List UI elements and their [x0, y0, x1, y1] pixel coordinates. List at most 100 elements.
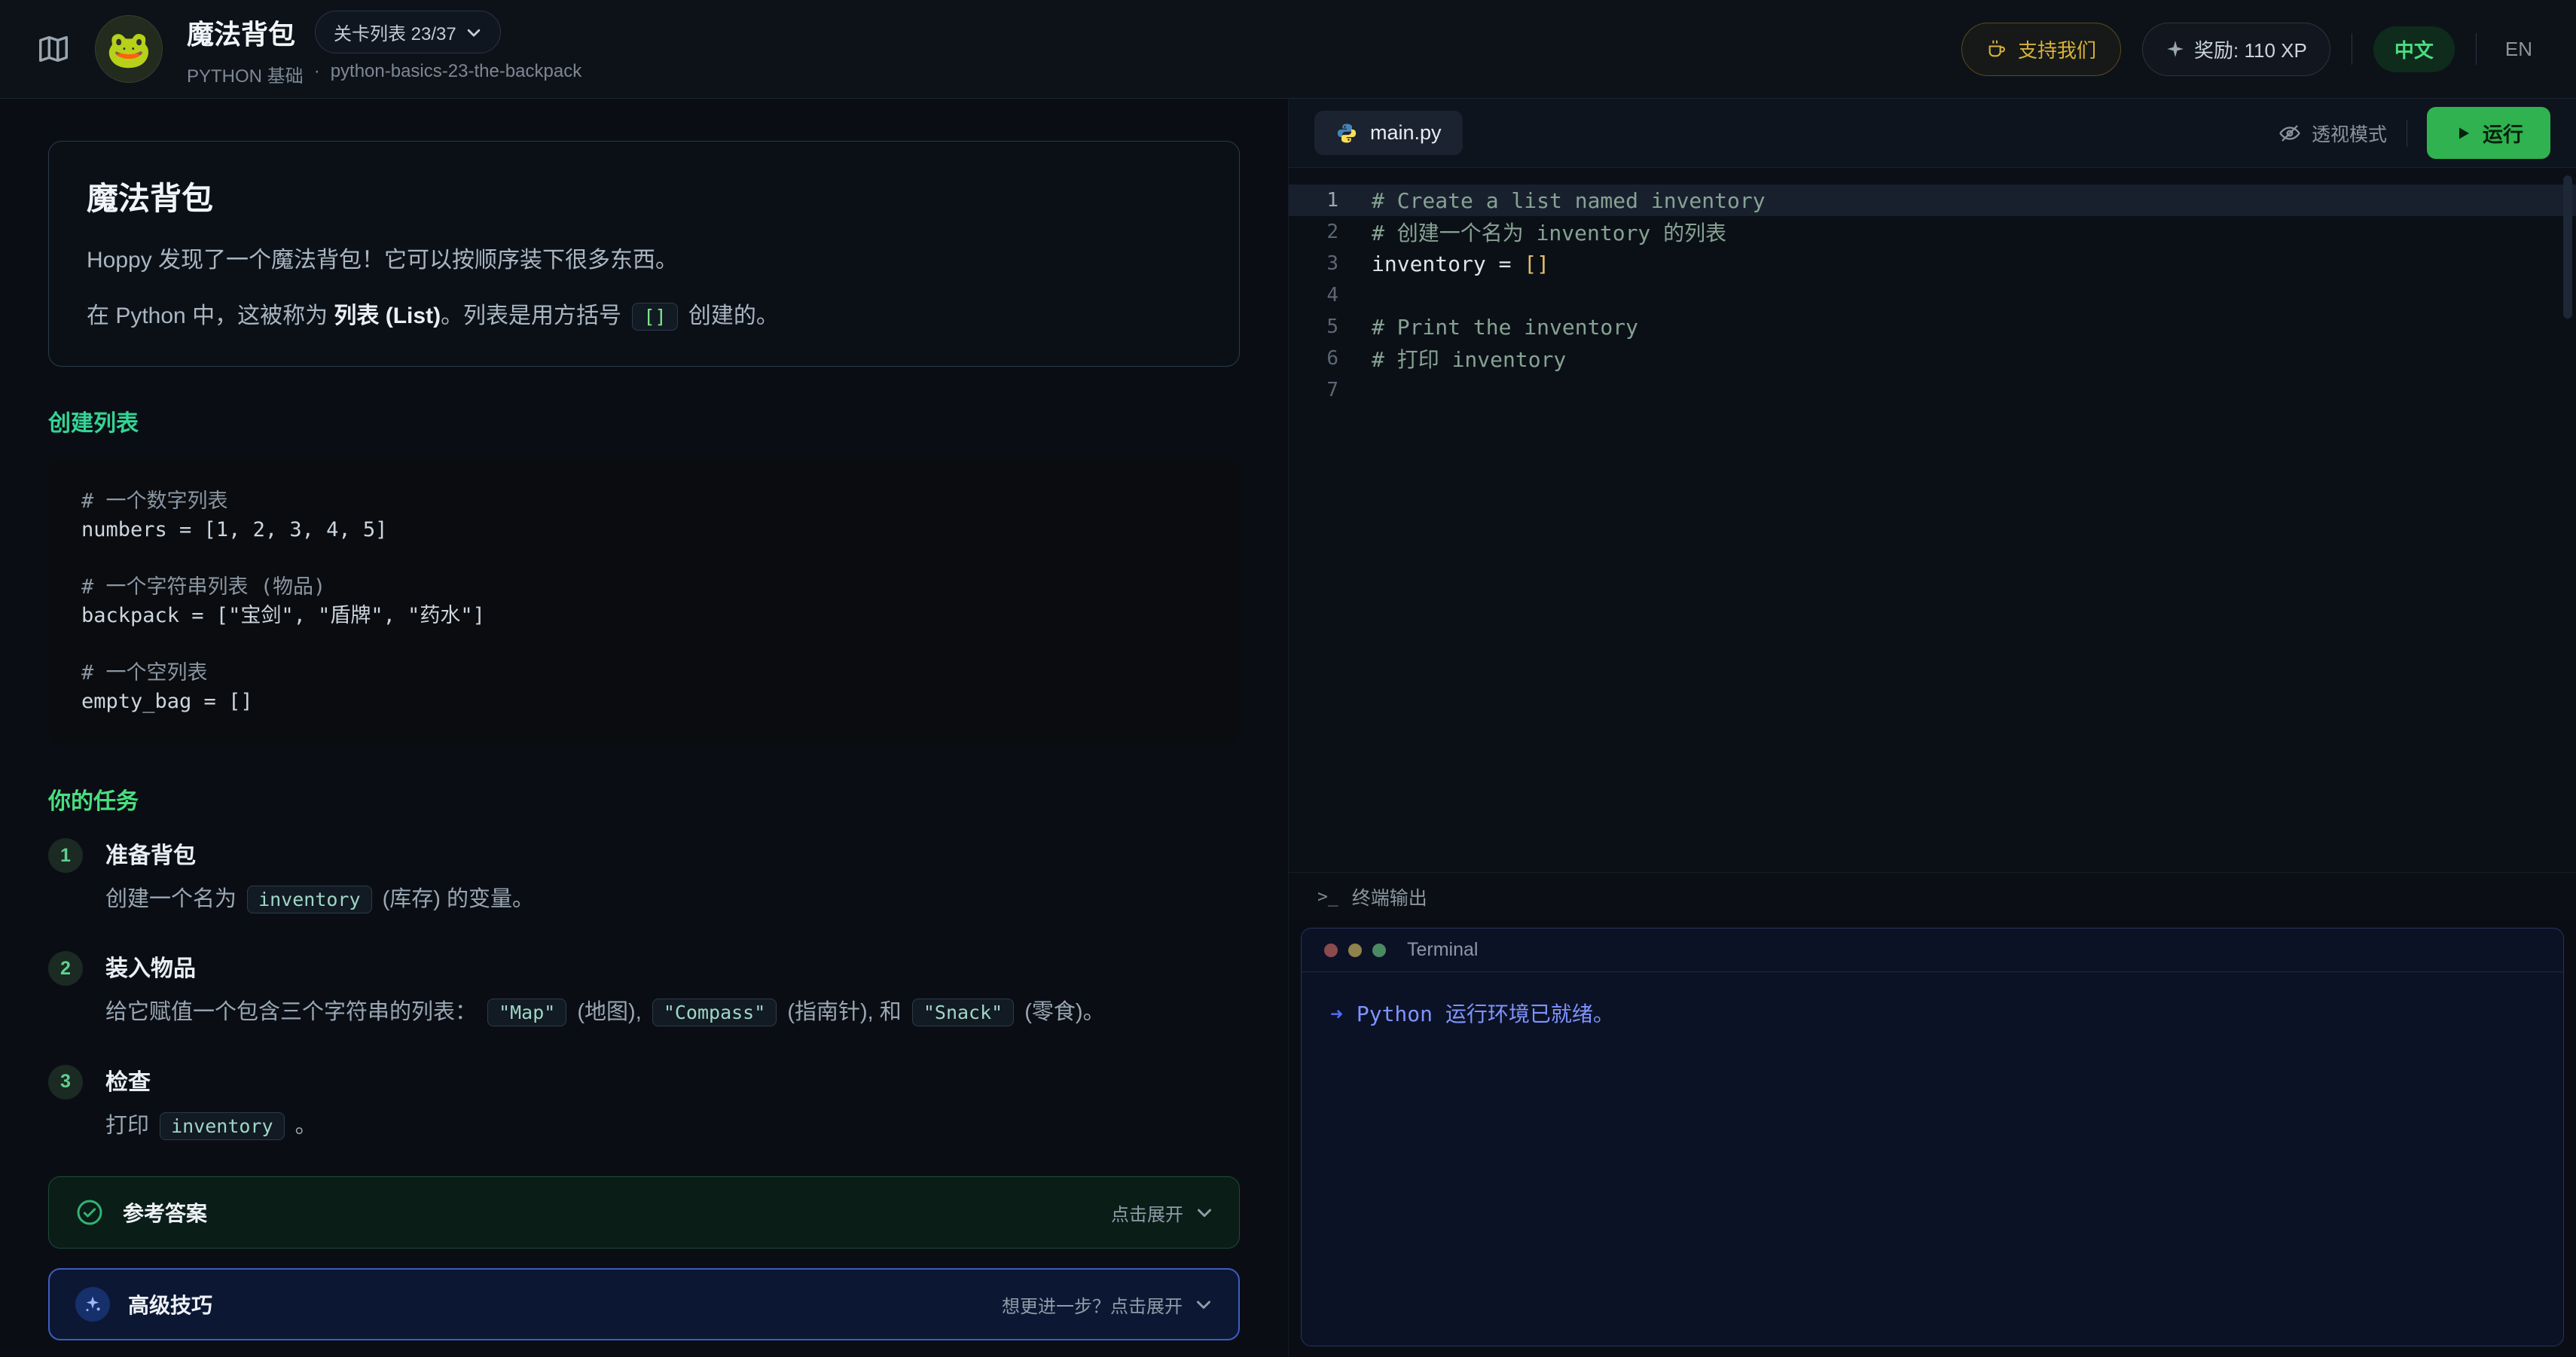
line-number: 5 — [1289, 316, 1372, 338]
lang-toggle-en[interactable]: EN — [2498, 38, 2540, 61]
lesson-slug: python-basics-23-the-backpack — [331, 61, 582, 87]
chevron-down-icon — [1195, 1203, 1213, 1221]
example-code-line: numbers = [1, 2, 3, 4, 5] — [81, 516, 1207, 544]
page-title: 魔法背包 — [187, 13, 295, 52]
advanced-tips-expander[interactable]: 高级技巧 想更进一步？点击展开 — [48, 1268, 1240, 1340]
task-number: 2 — [48, 951, 83, 986]
code-editor[interactable]: 1# Create a list named inventory2# 创建一个名… — [1289, 168, 2576, 872]
terminal-output-label: 终端输出 — [1352, 883, 1427, 910]
map-icon[interactable] — [36, 32, 71, 66]
line-number: 6 — [1289, 347, 1372, 370]
task-number: 3 — [48, 1065, 83, 1099]
run-button-label: 运行 — [2483, 118, 2523, 148]
list-term: 列表 (List) — [334, 303, 441, 328]
topbar: 🐸 魔法背包 关卡列表 23/37 PYTHON 基础 · python-bas… — [0, 0, 2576, 99]
line-number: 1 — [1289, 189, 1372, 212]
editor-line[interactable]: 6# 打印 inventory — [1289, 343, 2576, 374]
line-code: # Print the inventory — [1372, 315, 1638, 340]
terminal-arrow: ➜ — [1330, 1002, 1343, 1026]
task-description: 打印 inventory 。 — [105, 1108, 317, 1143]
line-code: inventory = [] — [1372, 252, 1549, 276]
line-number: 2 — [1289, 221, 1372, 243]
line-number: 4 — [1289, 284, 1372, 306]
expand-hint: 点击展开 — [1111, 1200, 1183, 1226]
lesson-panel: 魔法背包 Hoppy 发现了一个魔法背包！它可以按顺序装下很多东西。 在 Pyt… — [0, 99, 1288, 1357]
example-code-line — [81, 630, 1207, 659]
example-code-line: backpack = ["宝剑", "盾牌", "药水"] — [81, 602, 1207, 630]
xray-mode-label: 透视模式 — [2312, 120, 2387, 147]
inline-code-chip: "Map" — [487, 999, 566, 1026]
example-code-line: # 一个字符串列表 (物品) — [81, 573, 1207, 602]
editor-line[interactable]: 3inventory = [] — [1289, 248, 2576, 279]
xp-reward-label: 奖励: 110 XP — [2194, 35, 2307, 63]
terminal-header: Terminal — [1302, 929, 2563, 972]
editor-line[interactable]: 5# Print the inventory — [1289, 311, 2576, 343]
task-title: 装入物品 — [105, 950, 1105, 983]
line-code: # 创建一个名为 inventory 的列表 — [1372, 217, 1726, 247]
breadcrumb: PYTHON 基础 · python-basics-23-the-backpac… — [187, 61, 581, 87]
task-title: 检查 — [105, 1063, 317, 1096]
section-heading-your-tasks: 你的任务 — [48, 782, 1240, 816]
eye-off-icon — [2278, 122, 2301, 145]
lang-toggle-zh[interactable]: 中文 — [2373, 26, 2455, 72]
play-icon — [2454, 124, 2472, 142]
example-code-block: # 一个数字列表numbers = [1, 2, 3, 4, 5] # 一个字符… — [48, 459, 1240, 745]
breadcrumb-separator: · — [314, 61, 320, 87]
editor-panel: main.py 透视模式 运行 1# Create a list named i… — [1288, 99, 2576, 1357]
xp-reward-badge: 奖励: 110 XP — [2142, 23, 2330, 76]
editor-line[interactable]: 7 — [1289, 374, 2576, 406]
course-label: PYTHON 基础 — [187, 61, 304, 87]
line-number: 3 — [1289, 252, 1372, 275]
advanced-tips-title: 高级技巧 — [128, 1289, 212, 1319]
title-block: 魔法背包 关卡列表 23/37 PYTHON 基础 · python-basic… — [187, 11, 581, 87]
example-code-line: # 一个空列表 — [81, 659, 1207, 688]
terminal-output-bar[interactable]: >_ 终端输出 — [1289, 872, 2576, 920]
reference-answer-expander[interactable]: 参考答案 点击展开 — [48, 1176, 1240, 1249]
inline-code-chip: inventory — [160, 1112, 284, 1140]
run-button[interactable]: 运行 — [2427, 107, 2550, 159]
check-circle-icon — [75, 1197, 105, 1227]
python-icon — [1335, 122, 1358, 145]
sparkles-icon — [75, 1287, 110, 1322]
editor-scrollbar[interactable] — [2563, 175, 2572, 319]
line-code: # Create a list named inventory — [1372, 188, 1766, 213]
inline-code-chip: "Compass" — [652, 999, 777, 1026]
lesson-paragraph: 在 Python 中，这被称为 列表 (List)。列表是用方括号 [] 创建的… — [87, 297, 1201, 335]
editor-line[interactable]: 2# 创建一个名为 inventory 的列表 — [1289, 216, 2576, 248]
example-code-line — [81, 544, 1207, 573]
task-list: 1准备背包创建一个名为 inventory (库存) 的变量。2装入物品给它赋值… — [48, 837, 1240, 1143]
task-title: 准备背包 — [105, 837, 534, 870]
terminal-dot-red — [1324, 944, 1338, 957]
task-item: 3 检查打印 inventory 。 — [48, 1063, 1240, 1143]
xray-mode-toggle[interactable]: 透视模式 — [2278, 120, 2387, 147]
support-us-label: 支持我们 — [2018, 35, 2096, 63]
file-tab-main-py[interactable]: main.py — [1314, 111, 1463, 155]
terminal-window: Terminal ➜ Python 运行环境已就绪。 — [1301, 928, 2564, 1346]
terminal-ready-message: Python 运行环境已就绪。 — [1357, 1002, 1614, 1026]
task-item: 2 装入物品给它赋值一个包含三个字符串的列表： "Map" (地图), "Comp… — [48, 950, 1240, 1029]
editor-line[interactable]: 1# Create a list named inventory — [1289, 184, 2576, 216]
inline-code-chip: inventory — [247, 886, 371, 913]
line-number: 7 — [1289, 379, 1372, 401]
editor-header: main.py 透视模式 运行 — [1289, 99, 2576, 168]
avatar[interactable]: 🐸 — [95, 15, 163, 83]
file-tab-label: main.py — [1370, 121, 1442, 145]
task-description: 给它赋值一个包含三个字符串的列表： "Map" (地图), "Compass" … — [105, 995, 1105, 1029]
terminal-dot-green — [1372, 944, 1386, 957]
terminal-title: Terminal — [1407, 939, 1478, 961]
sparkle-icon — [2165, 39, 2185, 59]
chevron-down-icon — [1195, 1295, 1213, 1313]
level-badge-label: 关卡列表 23/37 — [334, 19, 456, 45]
level-list-dropdown[interactable]: 关卡列表 23/37 — [315, 11, 501, 53]
editor-line[interactable]: 4 — [1289, 279, 2576, 311]
terminal-prompt-icon: >_ — [1317, 887, 1338, 907]
reference-answer-title: 参考答案 — [123, 1197, 207, 1227]
terminal-dot-yellow — [1348, 944, 1362, 957]
chevron-down-icon — [465, 24, 482, 41]
lesson-paragraph: Hoppy 发现了一个魔法背包！它可以按顺序装下很多东西。 — [87, 242, 1201, 279]
expand-hint: 想更进一步？点击展开 — [1002, 1291, 1183, 1318]
line-code: # 打印 inventory — [1372, 343, 1566, 374]
inline-code-chip: "Snack" — [912, 999, 1014, 1026]
support-us-button[interactable]: 支持我们 — [1961, 23, 2121, 76]
editor-lines: 1# Create a list named inventory2# 创建一个名… — [1289, 184, 2576, 406]
